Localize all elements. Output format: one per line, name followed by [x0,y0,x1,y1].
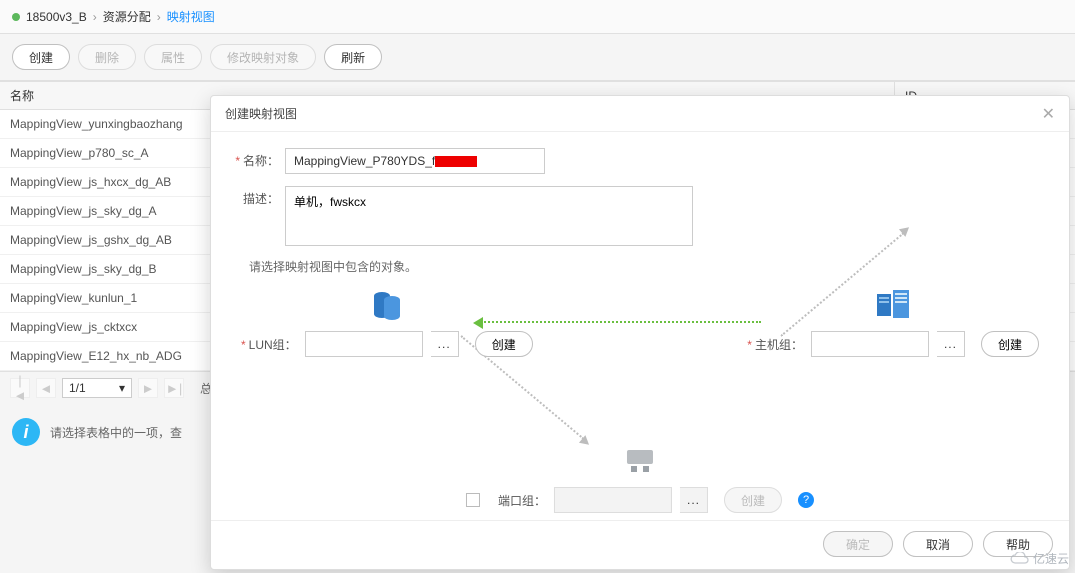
breadcrumb: 18500v3_B › 资源分配 › 映射视图 [0,0,1075,34]
help-button[interactable]: 帮助 [983,531,1053,557]
object-select-hint: 请选择映射视图中包含的对象。 [249,258,1049,275]
ok-button: 确定 [823,531,893,557]
desc-textarea[interactable] [285,186,693,246]
port-group-enable-checkbox[interactable] [466,493,480,507]
pager-page-select[interactable]: 1/1 ▾ [62,378,132,398]
status-dot-icon [12,13,20,21]
pager-prev-button: ◄ [36,378,56,398]
lun-group-browse-button[interactable]: ... [431,331,459,357]
create-mapping-view-dialog: 创建映射视图 ✕ 名称： MappingView_P780YDS_f 描述： 请… [210,95,1070,570]
chevron-down-icon: ▾ [119,381,125,395]
pager-page-value: 1/1 [69,381,86,395]
redacted-text [435,156,477,167]
lun-group-section: LUN组： ... 创建 [241,287,533,357]
host-group-browse-button[interactable]: ... [937,331,965,357]
host-group-input[interactable] [811,331,929,357]
cancel-button[interactable]: 取消 [903,531,973,557]
info-text: 请选择表格中的一项，查 [50,424,182,441]
lun-group-create-button[interactable]: 创建 [475,331,533,357]
port-group-browse-button: ... [680,487,708,513]
port-group-create-button: 创建 [724,487,782,513]
port-group-label: 端口组： [498,492,546,509]
pager-last-button: ►| [164,378,184,398]
dialog-footer: 确定 取消 帮助 [211,520,1069,569]
delete-button: 删除 [78,44,136,70]
help-icon[interactable]: ? [798,492,814,508]
port-group-section: 端口组： ... 创建 ? [466,443,814,513]
chevron-right-icon: › [157,10,161,24]
modify-mapping-button: 修改映射对象 [210,44,316,70]
name-input-value: MappingView_P780YDS_f [294,154,435,168]
crumb-resource[interactable]: 资源分配 [103,8,151,25]
info-icon: i [12,418,40,446]
properties-button: 属性 [144,44,202,70]
pager-next-button: ► [138,378,158,398]
host-group-label: 主机组： [747,336,803,353]
crumb-mapping-view[interactable]: 映射视图 [167,8,215,25]
name-input[interactable]: MappingView_P780YDS_f [285,148,545,174]
host-group-create-button[interactable]: 创建 [981,331,1039,357]
dialog-title: 创建映射视图 [225,105,297,122]
crumb-root[interactable]: 18500v3_B [26,10,87,24]
dialog-header: 创建映射视图 ✕ [211,96,1069,132]
port-group-icon [622,443,658,479]
host-group-icon [875,287,911,323]
chevron-right-icon: › [93,10,97,24]
lun-group-icon [369,287,405,323]
pager-first-button: |◄ [10,378,30,398]
create-button[interactable]: 创建 [12,44,70,70]
refresh-button[interactable]: 刷新 [324,44,382,70]
toolbar: 创建 删除 属性 修改映射对象 刷新 [0,34,1075,81]
lun-group-input[interactable] [305,331,423,357]
lun-group-label: LUN组： [241,336,297,353]
port-group-input [554,487,672,513]
host-group-section: 主机组： ... 创建 [747,287,1039,357]
desc-label: 描述： [231,186,285,207]
name-label: 名称： [231,148,285,169]
close-icon[interactable]: ✕ [1042,104,1055,124]
